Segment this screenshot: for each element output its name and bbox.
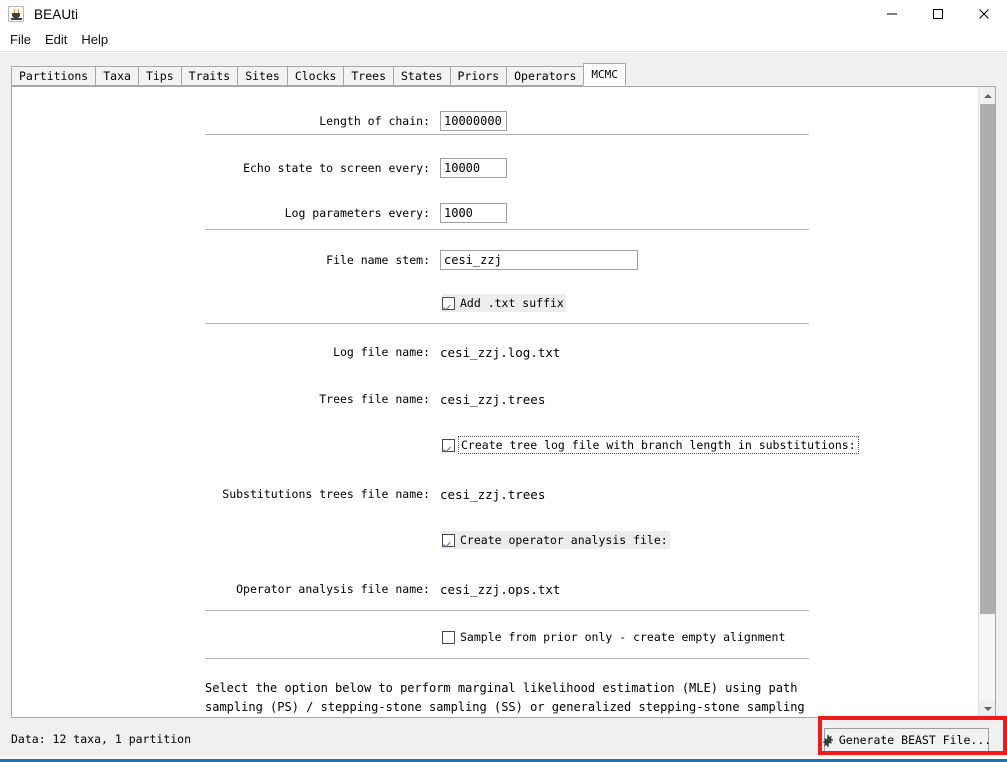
- menu-edit[interactable]: Edit: [39, 30, 73, 49]
- create-operator-analysis-label: Create operator analysis file:: [460, 533, 668, 547]
- mcmc-panel: Length of chain: Echo state to screen ev…: [11, 86, 996, 718]
- close-icon: [979, 9, 989, 19]
- create-tree-log-substitutions-label: Create tree log file with branch length …: [458, 436, 859, 454]
- chain-length-label: Length of chain:: [319, 114, 430, 128]
- create-tree-log-substitutions-checkbox[interactable]: [442, 438, 455, 452]
- taskbar-sliver: [0, 757, 1007, 762]
- tab-states[interactable]: States: [393, 66, 450, 86]
- row-subs-trees-file-name: Substitutions trees file name: cesi_zzj.…: [12, 483, 978, 505]
- echo-state-input[interactable]: [440, 158, 507, 178]
- window-title: BEAUti: [34, 6, 79, 22]
- row-echo-state: Echo state to screen every:: [12, 157, 978, 179]
- generate-beast-file-label: Generate BEAST File...: [838, 733, 992, 747]
- add-txt-suffix-checkbox[interactable]: [442, 296, 455, 310]
- row-log-parameters: Log parameters every:: [12, 202, 978, 224]
- subs-trees-file-name-value: cesi_zzj.trees: [440, 486, 546, 502]
- window-titlebar: BEAUti: [0, 0, 1007, 28]
- subs-trees-file-name-label: Substitutions trees file name:: [222, 487, 430, 501]
- row-chain-length: Length of chain:: [12, 110, 978, 132]
- tab-sites[interactable]: Sites: [237, 66, 287, 86]
- tab-clocks[interactable]: Clocks: [286, 66, 344, 86]
- create-operator-analysis-checkbox-row[interactable]: Create operator analysis file:: [442, 531, 670, 549]
- java-cup-icon: [8, 6, 24, 22]
- gear-icon: [822, 734, 834, 747]
- minimize-icon: [887, 13, 897, 15]
- sample-from-prior-checkbox[interactable]: [442, 630, 455, 644]
- tab-taxa[interactable]: Taxa: [95, 66, 138, 86]
- close-button[interactable]: [961, 0, 1007, 28]
- tab-mcmc[interactable]: MCMC: [583, 63, 626, 86]
- menu-file[interactable]: File: [4, 30, 37, 49]
- chevron-up-icon: [983, 93, 992, 98]
- add-txt-suffix-checkbox-row[interactable]: Add .txt suffix: [442, 294, 566, 312]
- tab-tips[interactable]: Tips: [137, 66, 181, 86]
- status-bar: Data: 12 taxa, 1 partition Generate BEAS…: [0, 718, 1007, 762]
- maximize-icon: [933, 9, 943, 19]
- create-tree-log-substitutions-checkbox-row[interactable]: Create tree log file with branch length …: [442, 436, 859, 454]
- chevron-down-icon: [983, 706, 992, 711]
- echo-state-label: Echo state to screen every:: [243, 161, 430, 175]
- separator-3: [205, 323, 809, 324]
- tab-traits[interactable]: Traits: [180, 66, 238, 86]
- file-name-stem-input[interactable]: [440, 250, 638, 270]
- trees-file-name-label: Trees file name:: [319, 392, 430, 406]
- log-file-name-value: cesi_zzj.log.txt: [440, 344, 561, 360]
- separator-2: [205, 229, 809, 230]
- trees-file-name-value: cesi_zzj.trees: [440, 391, 546, 407]
- log-parameters-label: Log parameters every:: [284, 206, 430, 220]
- file-name-stem-label: File name stem:: [326, 253, 430, 267]
- row-trees-file-name: Trees file name: cesi_zzj.trees: [12, 388, 978, 410]
- minimize-button[interactable]: [869, 0, 915, 28]
- tab-trees[interactable]: Trees: [343, 66, 393, 86]
- window-body: Partitions Taxa Tips Traits Sites Clocks…: [0, 53, 1007, 762]
- scroll-up-button[interactable]: [979, 87, 995, 104]
- tab-priors[interactable]: Priors: [449, 66, 507, 86]
- vertical-scrollbar[interactable]: [978, 87, 995, 717]
- tab-partitions[interactable]: Partitions: [11, 66, 96, 86]
- sample-from-prior-label: Sample from prior only - create empty al…: [460, 630, 786, 644]
- scroll-down-button[interactable]: [979, 700, 995, 717]
- row-log-file-name: Log file name: cesi_zzj.log.txt: [12, 341, 978, 363]
- separator-1: [205, 134, 809, 135]
- operator-analysis-file-name-value: cesi_zzj.ops.txt: [440, 581, 561, 597]
- scrollbar-thumb[interactable]: [980, 104, 995, 614]
- menubar: File Edit Help: [0, 28, 1007, 52]
- chain-length-input[interactable]: [440, 111, 507, 131]
- row-operator-analysis-file-name: Operator analysis file name: cesi_zzj.op…: [12, 578, 978, 600]
- menu-help[interactable]: Help: [75, 30, 114, 49]
- log-file-name-label: Log file name:: [333, 345, 430, 359]
- separator-5: [205, 658, 809, 659]
- row-file-name-stem: File name stem:: [12, 249, 978, 271]
- separator-4: [205, 610, 809, 611]
- mcmc-form: Length of chain: Echo state to screen ev…: [12, 87, 978, 717]
- mle-description-text: Select the option below to perform margi…: [205, 681, 805, 714]
- generate-beast-file-button[interactable]: Generate BEAST File...: [822, 728, 992, 752]
- create-operator-analysis-checkbox[interactable]: [442, 533, 455, 547]
- tab-operators[interactable]: Operators: [506, 66, 584, 86]
- log-parameters-input[interactable]: [440, 203, 507, 223]
- tab-bar: Partitions Taxa Tips Traits Sites Clocks…: [11, 63, 996, 86]
- maximize-button[interactable]: [915, 0, 961, 28]
- operator-analysis-file-name-label: Operator analysis file name:: [236, 582, 430, 596]
- add-txt-suffix-label: Add .txt suffix: [460, 296, 564, 310]
- data-summary-text: Data: 12 taxa, 1 partition: [11, 732, 192, 746]
- sample-from-prior-checkbox-row[interactable]: Sample from prior only - create empty al…: [442, 628, 787, 646]
